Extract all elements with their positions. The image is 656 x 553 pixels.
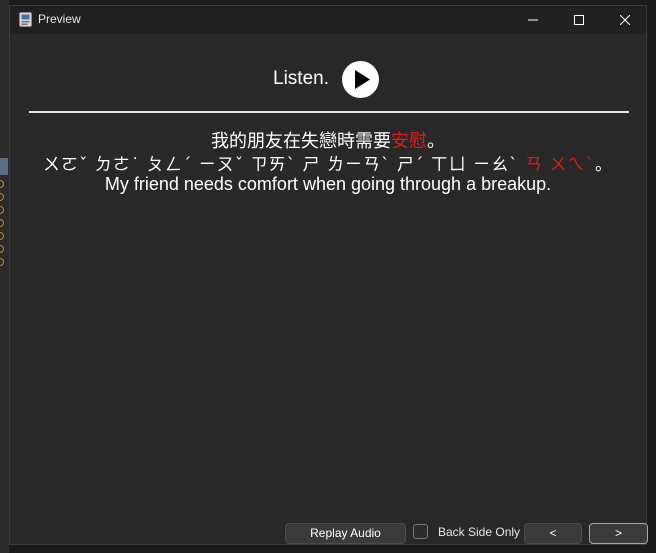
play-icon (355, 70, 370, 89)
close-icon (620, 15, 630, 25)
back-side-only-checkbox[interactable] (413, 524, 428, 539)
listen-label: Listen. (273, 68, 329, 89)
sentence-zhuyin-highlight: ㄢ ㄨㄟˋ (525, 155, 595, 175)
sentence-chinese-highlight: 安慰 (391, 131, 427, 152)
sentence-chinese-after: 。 (427, 131, 445, 152)
previous-button[interactable]: < (524, 523, 582, 544)
close-button[interactable] (602, 6, 648, 34)
next-button[interactable]: > (589, 523, 648, 544)
replay-audio-button[interactable]: Replay Audio (285, 523, 406, 544)
maximize-button[interactable] (556, 6, 602, 34)
listen-row: Listen. (10, 61, 646, 101)
background-dot (0, 245, 4, 253)
app-icon (19, 12, 32, 27)
sentence-zhuyin-before: ㄨㄛˇ ㄉㄜ˙ ㄆㄥˊ ㄧㄡˇ ㄗㄞˋ ㄕ ㄌㄧㄢˋ ㄕˊ ㄒㄩ ㄧㄠˋ (43, 155, 526, 175)
divider (29, 111, 629, 113)
play-button[interactable] (342, 61, 379, 98)
sentence-english: My friend needs comfort when going throu… (104, 174, 552, 194)
background-dot (0, 180, 4, 188)
background-dot (0, 258, 4, 266)
preview-window: Preview Listen. 我的朋友在失戀時需要安慰。 ㄨㄛˇ ㄉㄜ˙ ㄆㄥ… (9, 5, 648, 545)
background-dot (0, 219, 4, 227)
minimize-icon (528, 19, 538, 21)
background-dot (0, 232, 4, 240)
minimize-button[interactable] (510, 6, 556, 34)
maximize-icon (574, 15, 584, 25)
sentence-zhuyin: ㄨㄛˇ ㄉㄜ˙ ㄆㄥˊ ㄧㄡˇ ㄗㄞˋ ㄕ ㄌㄧㄢˋ ㄕˊ ㄒㄩ ㄧㄠˋ ㄢ ㄨ… (10, 150, 646, 175)
window-title: Preview (38, 12, 81, 26)
background-app-edge (0, 0, 9, 553)
back-side-only-label[interactable]: Back Side Only (438, 525, 520, 539)
background-dot (0, 206, 4, 214)
sentence-chinese-before: 我的朋友在失戀時需要 (211, 131, 391, 152)
background-selection-marker (0, 158, 8, 175)
sentence-zhuyin-after: 。 (594, 155, 613, 175)
background-dot (0, 193, 4, 201)
title-bar[interactable]: Preview (10, 6, 646, 34)
